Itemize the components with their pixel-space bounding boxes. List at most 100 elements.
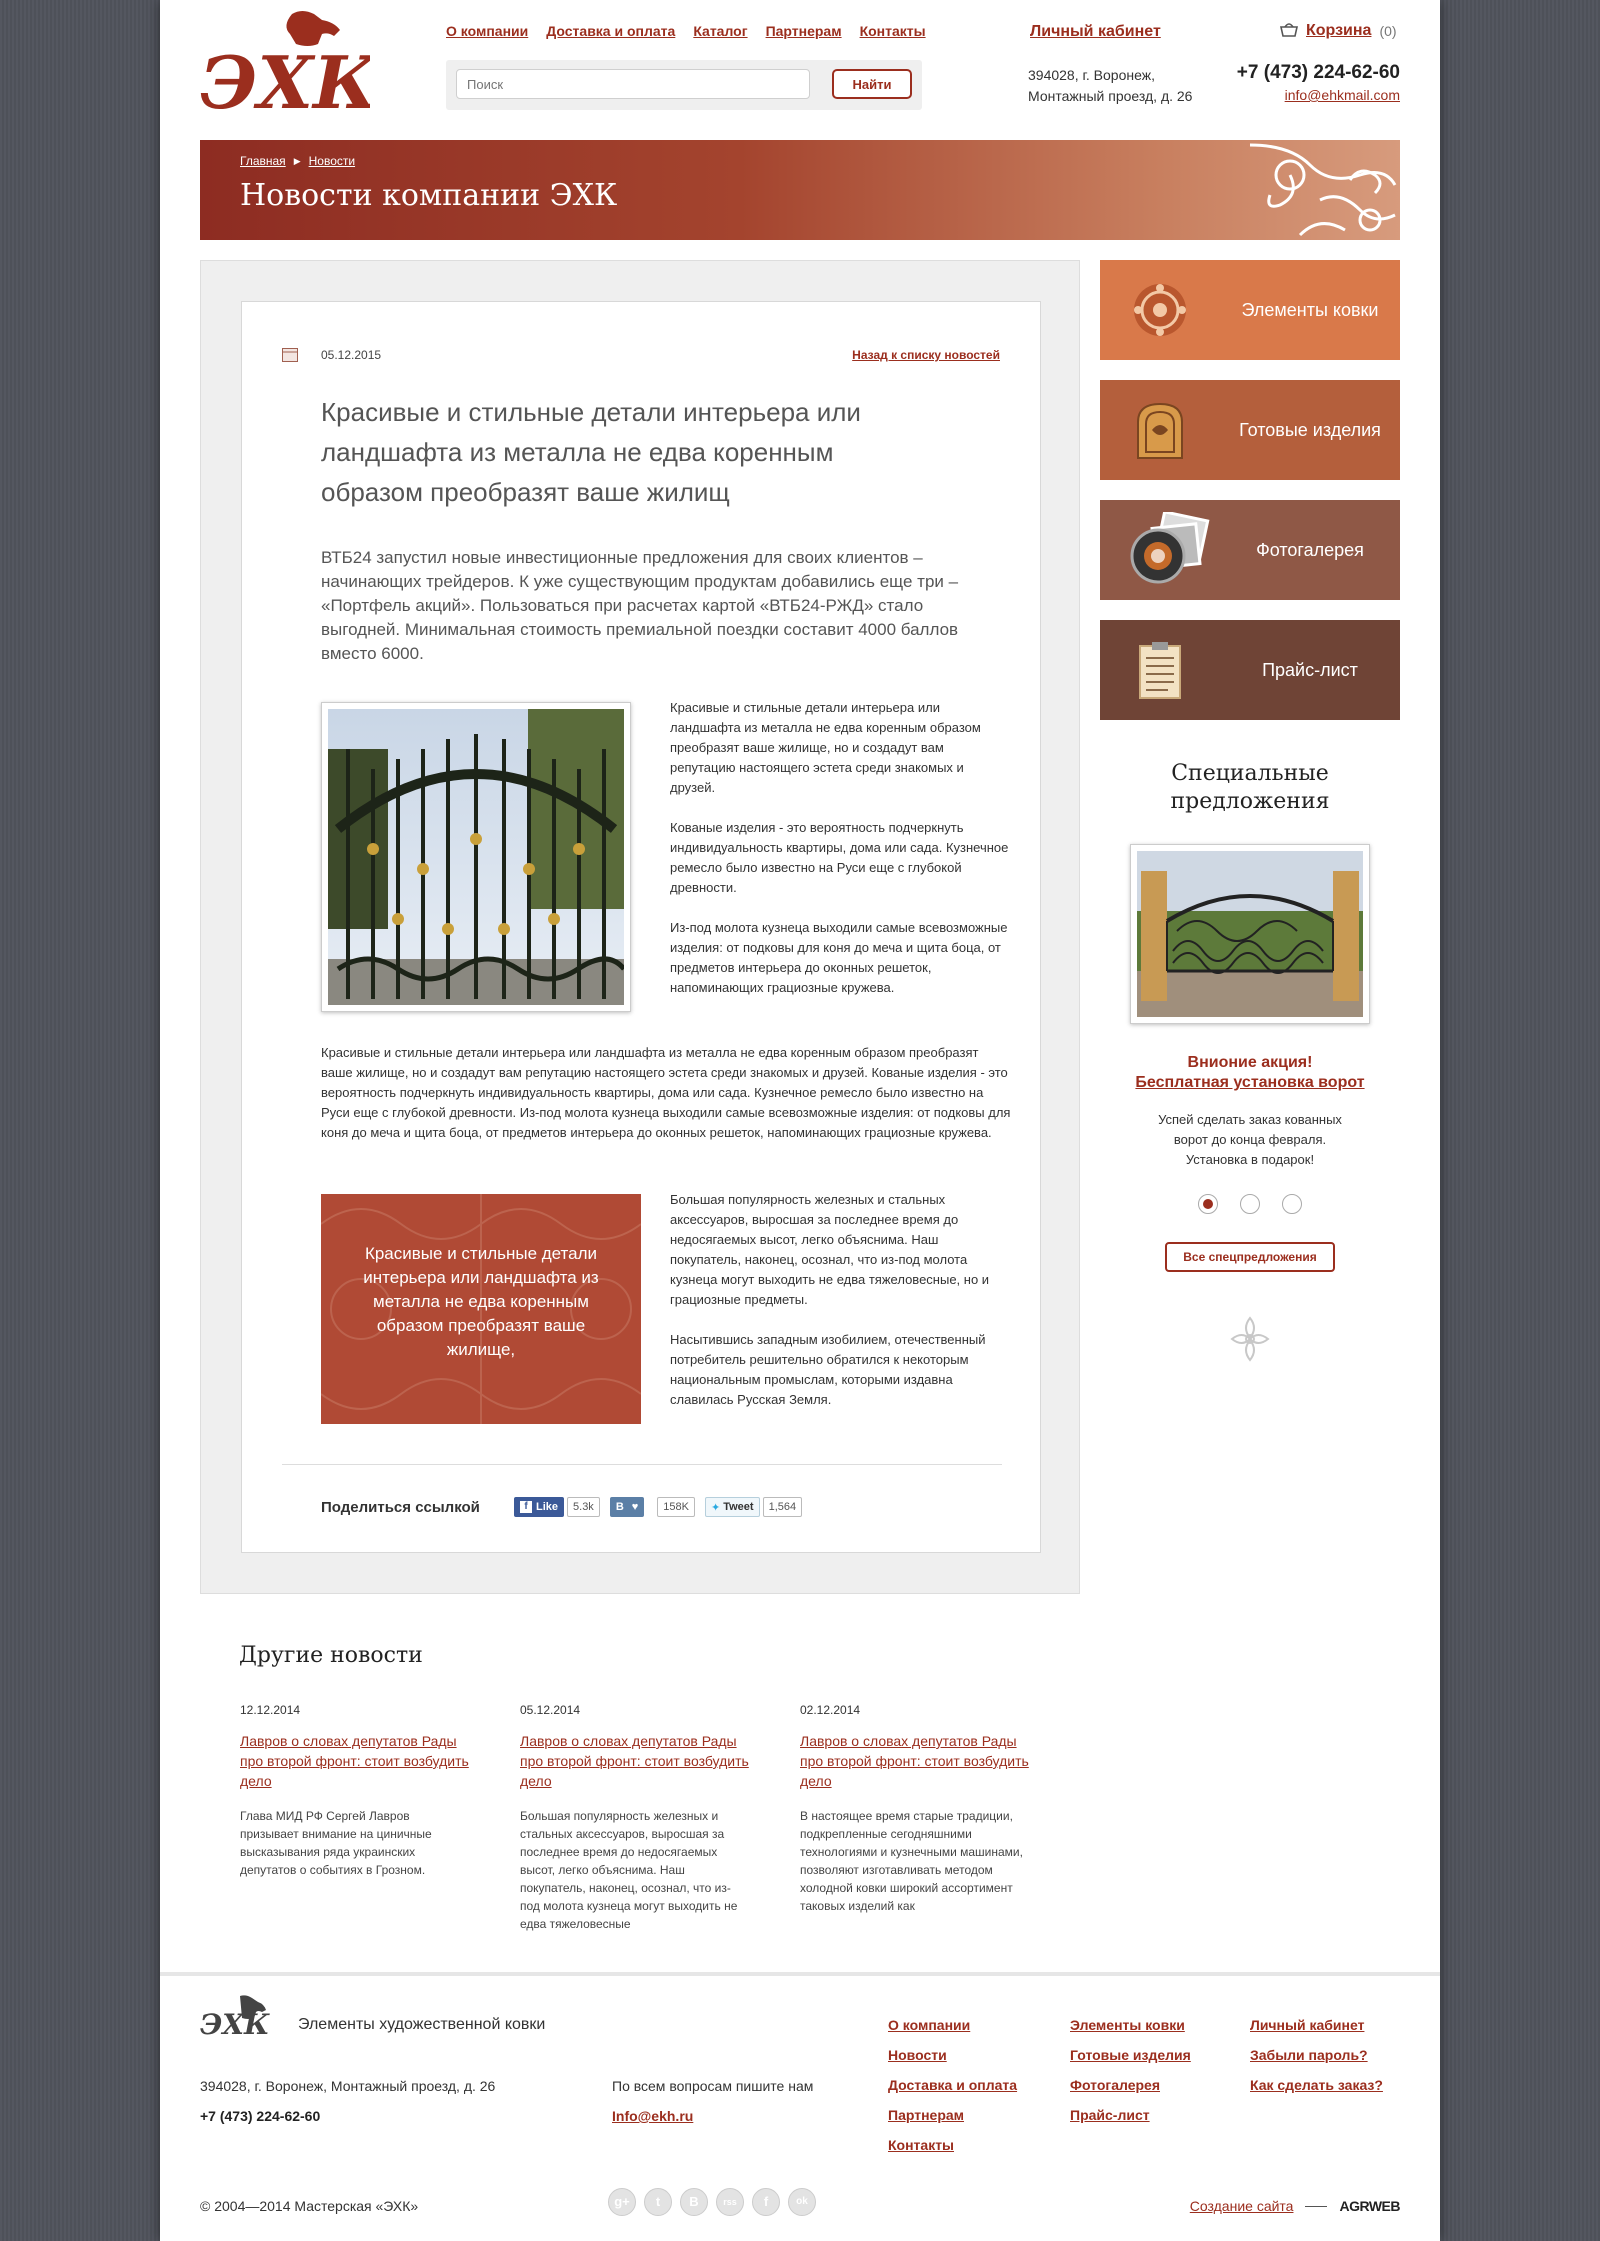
ornament-icon — [1249, 143, 1397, 237]
footer-link[interactable]: Личный кабинет — [1250, 2010, 1383, 2040]
tile-photo-gallery[interactable]: Фотогалерея — [1100, 500, 1400, 600]
camera-icon — [1130, 512, 1210, 584]
cart[interactable]: Корзина (0) — [1280, 22, 1397, 40]
rosette-icon — [1134, 284, 1186, 336]
tile-label: Элементы ковки — [1241, 299, 1379, 320]
agency-link[interactable]: Создание сайта — [1190, 2198, 1294, 2214]
cart-count: (0) — [1379, 23, 1397, 39]
agency-credit: Создание сайта AGRWEB — [1190, 2198, 1401, 2214]
divider — [282, 1464, 1002, 1465]
footer-link[interactable]: Прайс-лист — [1070, 2100, 1191, 2130]
nav-delivery[interactable]: Доставка и оплата — [546, 23, 675, 39]
share-label: Поделиться ссылкой — [321, 1499, 480, 1516]
nav-about[interactable]: О компании — [446, 23, 528, 39]
footer-link[interactable]: Фотогалерея — [1070, 2070, 1191, 2100]
facebook-count: 5.3k — [567, 1497, 600, 1517]
news-headline-link[interactable]: Лавров о словах депутатов Рады про второ… — [240, 1731, 470, 1791]
copyright: © 2004—2014 Мастерская «ЭХК» — [200, 2198, 419, 2214]
tweet-label: Tweet — [723, 1501, 754, 1513]
promo-title-2[interactable]: Бесплатная установка ворот — [1100, 1074, 1400, 1092]
article-paragraph: Насытившись западным изобилием, отечеств… — [670, 1332, 986, 1407]
article-lead: ВТБ24 запустил новые инвестиционные пред… — [321, 548, 959, 663]
page: ЭХК О компании Доставка и оплата Каталог… — [160, 0, 1440, 2241]
footer-link[interactable]: О компании — [888, 2010, 1017, 2040]
news-item: 12.12.2014 Лавров о словах депутатов Рад… — [240, 1703, 470, 1879]
breadcrumb-current[interactable]: Новости — [309, 154, 355, 168]
vk-icon[interactable]: В — [680, 2188, 708, 2216]
slider-dot-active[interactable] — [1198, 1194, 1218, 1214]
facebook-like-button[interactable]: f Like — [514, 1497, 565, 1517]
facebook-icon[interactable]: f — [752, 2188, 780, 2216]
svg-text:ЭХК: ЭХК — [200, 2008, 270, 2038]
quote-text: Красивые и стильные детали интерьера или… — [363, 1244, 599, 1359]
tile-price-list[interactable]: Прайс-лист — [1100, 620, 1400, 720]
tweet-count: 1,564 — [762, 1497, 803, 1517]
page-banner: Главная ▶ Новости Новости компании ЭХК — [200, 140, 1400, 240]
price-list-icon — [1139, 642, 1181, 699]
footer-link[interactable]: Новости — [888, 2040, 1017, 2070]
header-phone: +7 (473) 224-62-60 — [1236, 62, 1400, 83]
google-plus-icon[interactable]: g+ — [608, 2188, 636, 2216]
svg-text:ЭХК: ЭХК — [200, 40, 370, 116]
footer-questions: По всем вопросам пишите нам — [612, 2078, 814, 2094]
tile-ready-products[interactable]: Готовые изделия — [1100, 380, 1400, 480]
door-icon — [1137, 402, 1183, 459]
footer-link[interactable]: Забыли пароль? — [1250, 2040, 1383, 2070]
slider-dot[interactable] — [1240, 1194, 1260, 1214]
footer-link[interactable]: Как сделать заказ? — [1250, 2070, 1383, 2100]
tile-forging-elements[interactable]: Элементы ковки — [1100, 260, 1400, 360]
news-item: 05.12.2014 Лавров о словах депутатов Рад… — [520, 1703, 750, 1933]
gate-photo — [328, 709, 626, 1005]
news-date: 05.12.2014 — [520, 1703, 581, 1717]
footer-email[interactable]: Info@ekh.ru — [612, 2108, 693, 2124]
footer-col-catalog: Элементы ковки Готовые изделия Фотогалер… — [1070, 2010, 1191, 2130]
footer-link[interactable]: Элементы ковки — [1070, 2010, 1191, 2040]
article-paragraph: Красивые и стильные детали интерьера или… — [670, 700, 981, 795]
special-offers-title: Специальные предложения — [1170, 761, 1330, 814]
cabinet-link[interactable]: Личный кабинет — [1030, 23, 1161, 41]
tweet-button[interactable]: ✦ Tweet — [705, 1497, 760, 1517]
footer-tagline: Элементы художественной ковки — [298, 2016, 546, 2033]
search-button[interactable]: Найти — [832, 69, 912, 99]
cart-icon — [1280, 23, 1298, 37]
footer-link[interactable]: Партнерам — [888, 2100, 1017, 2130]
footer-link[interactable]: Контакты — [888, 2130, 1017, 2160]
footer: ЭХК Элементы художественной ковки 394028… — [160, 1972, 1440, 2241]
twitter-icon[interactable]: t — [644, 2188, 672, 2216]
address-line-1: 394028, г. Воронеж, — [1028, 67, 1155, 83]
vk-share-button[interactable]: В ♥ — [609, 1497, 645, 1517]
address-line-2: Монтажный проезд, д. 26 — [1028, 88, 1193, 104]
odnoklassniki-icon[interactable]: ok — [788, 2188, 816, 2216]
nav-contacts[interactable]: Контакты — [860, 23, 926, 39]
calendar-icon — [282, 348, 298, 362]
dash-divider — [1305, 2205, 1328, 2207]
article-column-2: Большая популярность железных и стальных… — [670, 1190, 990, 1410]
search-input[interactable] — [456, 69, 810, 99]
nav-catalog[interactable]: Каталог — [693, 23, 747, 39]
article-image — [321, 702, 631, 1012]
offer-image[interactable] — [1130, 844, 1370, 1024]
agency-logo[interactable]: AGRWEB — [1339, 2198, 1400, 2214]
logo[interactable]: ЭХК — [200, 8, 370, 116]
footer-phone: +7 (473) 224-62-60 — [200, 2108, 321, 2124]
rss-icon[interactable]: rss — [716, 2188, 744, 2216]
footer-link[interactable]: Доставка и оплата — [888, 2070, 1017, 2100]
nav-partners[interactable]: Партнерам — [766, 23, 842, 39]
social-icons: g+ t В rss f ok — [608, 2188, 824, 2216]
news-summary: Глава МИД РФ Сергей Лавров призывает вни… — [240, 1809, 432, 1877]
page-title: Новости компании ЭХК — [240, 178, 618, 213]
header-email[interactable]: info@ehkmail.com — [1285, 87, 1400, 103]
back-to-news-link[interactable]: Назад к списку новостей — [852, 348, 1000, 362]
breadcrumb: Главная ▶ Новости — [240, 154, 355, 168]
footer-link[interactable]: Готовые изделия — [1070, 2040, 1191, 2070]
slider-dot[interactable] — [1282, 1194, 1302, 1214]
news-headline-link[interactable]: Лавров о словах депутатов Рады про второ… — [520, 1731, 750, 1791]
article-paragraph: Большая популярность железных и стальных… — [670, 1192, 990, 1307]
news-headline-link[interactable]: Лавров о словах депутатов Рады про второ… — [800, 1731, 1030, 1791]
quote-box: Красивые и стильные детали интерьера или… — [321, 1194, 641, 1424]
footer-logo[interactable]: ЭХК — [200, 1994, 270, 2038]
vk-count: 158K — [657, 1497, 695, 1517]
article-paragraph: Кованые изделия - это вероятность подчер… — [670, 820, 1009, 895]
breadcrumb-home[interactable]: Главная — [240, 154, 286, 168]
all-offers-button[interactable]: Все спецпредложения — [1165, 1242, 1335, 1272]
